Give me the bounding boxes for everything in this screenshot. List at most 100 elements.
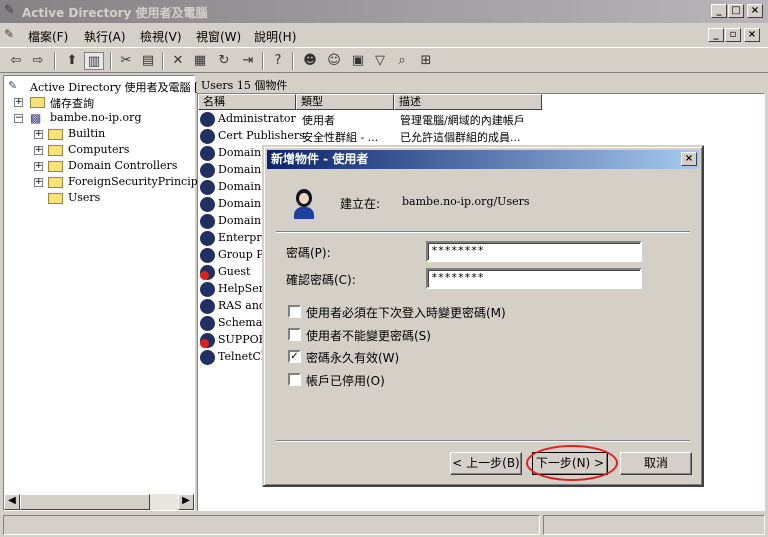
cell-type: 使用者 xyxy=(302,114,335,127)
paste-icon[interactable]: ▤ xyxy=(138,52,158,70)
cancel-button[interactable]: 取消 xyxy=(620,452,692,475)
up-folder-icon[interactable]: ⬆ xyxy=(62,52,82,70)
scroll-right-button[interactable]: ▶ xyxy=(178,494,194,510)
cannot-change-password-checkbox[interactable] xyxy=(288,328,301,341)
table-row[interactable]: Cert Publishers 安全性群組 - ... 已允許這個群組的成員... xyxy=(198,128,758,145)
child-minimize-button[interactable]: _ xyxy=(708,28,724,42)
user-icon xyxy=(200,163,215,178)
refresh-icon[interactable]: ↻ xyxy=(214,52,234,70)
filter-icon[interactable]: ▽ xyxy=(370,52,390,70)
list-header-title: Users 15 個物件 xyxy=(201,79,288,92)
cut-icon[interactable]: ✂ xyxy=(116,52,136,70)
new-user-icon[interactable]: ☻ xyxy=(300,52,320,70)
child-restore-button[interactable]: ▫ xyxy=(725,28,741,42)
domain-icon: ▩ xyxy=(30,111,42,125)
must-change-password-label[interactable]: 使用者必須在下次登入時變更密碼(M) xyxy=(306,304,506,321)
user-icon xyxy=(200,180,215,195)
maximize-button[interactable]: □ xyxy=(728,4,744,18)
expand-icon[interactable]: + xyxy=(14,98,23,107)
col-type[interactable]: 類型 xyxy=(296,94,394,110)
folder-icon xyxy=(48,177,63,188)
create-in-value: bambe.no-ip.org/Users xyxy=(402,195,530,208)
cannot-change-password-label[interactable]: 使用者不能變更密碼(S) xyxy=(306,327,431,344)
child-close-button[interactable]: × xyxy=(744,28,760,42)
window-title: Active Directory 使用者及電腦 xyxy=(22,6,208,20)
cell-desc: 管理電腦/網域的內建帳戶 xyxy=(400,114,525,127)
forward-arrow-icon[interactable]: ⇨ xyxy=(28,52,48,70)
title-bar: ✎ Active Directory 使用者及電腦 _ □ × xyxy=(0,0,768,23)
export-icon[interactable]: ⇥ xyxy=(238,52,258,70)
cell-name: SUPPOR xyxy=(218,333,267,346)
minimize-button[interactable]: _ xyxy=(711,4,727,18)
col-name[interactable]: 名稱 xyxy=(198,94,296,110)
ou-folder-icon xyxy=(48,161,63,172)
tree-domain-controllers[interactable]: Domain Controllers xyxy=(68,159,177,172)
divider xyxy=(276,231,690,233)
new-group-icon[interactable]: ☺ xyxy=(324,52,344,70)
tree-computers[interactable]: Computers xyxy=(68,143,129,156)
password-input[interactable]: ******** xyxy=(426,241,642,262)
account-disabled-checkbox[interactable] xyxy=(288,373,301,386)
tree-root[interactable]: Active Directory 使用者及電腦 [l xyxy=(30,79,202,95)
confirm-password-label: 確認密碼(C): xyxy=(286,273,356,287)
tree-builtin[interactable]: Builtin xyxy=(68,127,105,140)
must-change-password-checkbox[interactable] xyxy=(288,305,301,318)
table-row[interactable]: Administrator 使用者 管理電腦/網域的內建帳戶 xyxy=(198,111,758,128)
user-icon xyxy=(200,248,215,263)
help-icon[interactable]: ? xyxy=(268,52,288,70)
menu-window[interactable]: 視窗(W) xyxy=(196,28,241,45)
expand-icon[interactable]: + xyxy=(34,162,43,171)
tree-domain[interactable]: bambe.no-ip.org xyxy=(50,111,141,124)
close-button[interactable]: × xyxy=(747,4,763,18)
status-bar-right xyxy=(543,515,765,535)
user-icon xyxy=(200,350,215,365)
status-bar-main xyxy=(3,515,540,535)
menu-action[interactable]: 執行(A) xyxy=(84,28,126,45)
new-user-dialog: 新增物件 - 使用者 × 建立在: bambe.no-ip.org/Users … xyxy=(262,145,704,487)
tree-hscrollbar[interactable]: ◀ ▶ xyxy=(4,494,194,510)
scroll-thumb[interactable] xyxy=(20,494,150,510)
properties-icon[interactable]: ▦ xyxy=(190,52,210,70)
user-icon xyxy=(292,189,316,219)
tree-users[interactable]: Users xyxy=(68,191,100,204)
user-icon xyxy=(200,214,215,229)
menu-view[interactable]: 檢視(V) xyxy=(140,28,182,45)
tree-panel: ✎ Active Directory 使用者及電腦 [l + 儲存查詢 − ▩ … xyxy=(3,75,213,511)
tree-foreign-security[interactable]: ForeignSecurityPrincipals xyxy=(68,175,213,188)
folder-icon xyxy=(30,97,45,108)
dialog-title-bar: 新增物件 - 使用者 × xyxy=(267,150,699,169)
scroll-left-button[interactable]: ◀ xyxy=(4,494,20,510)
tree-saved-queries[interactable]: 儲存查詢 xyxy=(50,95,94,111)
menu-help[interactable]: 說明(H) xyxy=(254,28,296,45)
col-desc[interactable]: 描述 xyxy=(394,94,542,110)
show-tree-icon[interactable]: ▥ xyxy=(84,52,104,70)
password-never-expires-checkbox[interactable]: ✓ xyxy=(288,350,301,363)
cell-type: 安全性群組 - ... xyxy=(302,131,379,144)
user-icon xyxy=(200,231,215,246)
new-ou-icon[interactable]: ▣ xyxy=(348,52,368,70)
next-button-highlight xyxy=(526,445,618,481)
expand-icon[interactable]: + xyxy=(34,178,43,187)
add-to-group-icon[interactable]: ⊞ xyxy=(416,52,436,70)
cell-name: Guest xyxy=(218,265,251,278)
user-icon xyxy=(200,316,215,331)
confirm-password-input[interactable]: ******** xyxy=(426,268,642,289)
back-button[interactable]: < 上一步(B) xyxy=(450,452,522,475)
find-icon[interactable]: ⌕ xyxy=(392,52,412,70)
folder-icon xyxy=(48,145,63,156)
folder-icon xyxy=(48,129,63,140)
disabled-user-icon xyxy=(200,265,215,280)
menu-file[interactable]: 檔案(F) xyxy=(28,28,68,45)
expand-icon[interactable]: + xyxy=(34,146,43,155)
back-arrow-icon[interactable]: ⇦ xyxy=(6,52,26,70)
cell-name: Cert Publishers xyxy=(218,129,305,142)
dialog-close-button[interactable]: × xyxy=(681,152,697,166)
open-folder-icon xyxy=(48,193,63,204)
delete-icon[interactable]: ✕ xyxy=(168,52,188,70)
cell-name: Administrator xyxy=(218,112,296,125)
cell-name: RAS and xyxy=(218,299,266,312)
expand-icon[interactable]: + xyxy=(34,130,43,139)
collapse-icon[interactable]: − xyxy=(14,114,23,123)
account-disabled-label[interactable]: 帳戶已停用(O) xyxy=(306,372,385,389)
password-never-expires-label[interactable]: 密碼永久有效(W) xyxy=(306,349,399,366)
